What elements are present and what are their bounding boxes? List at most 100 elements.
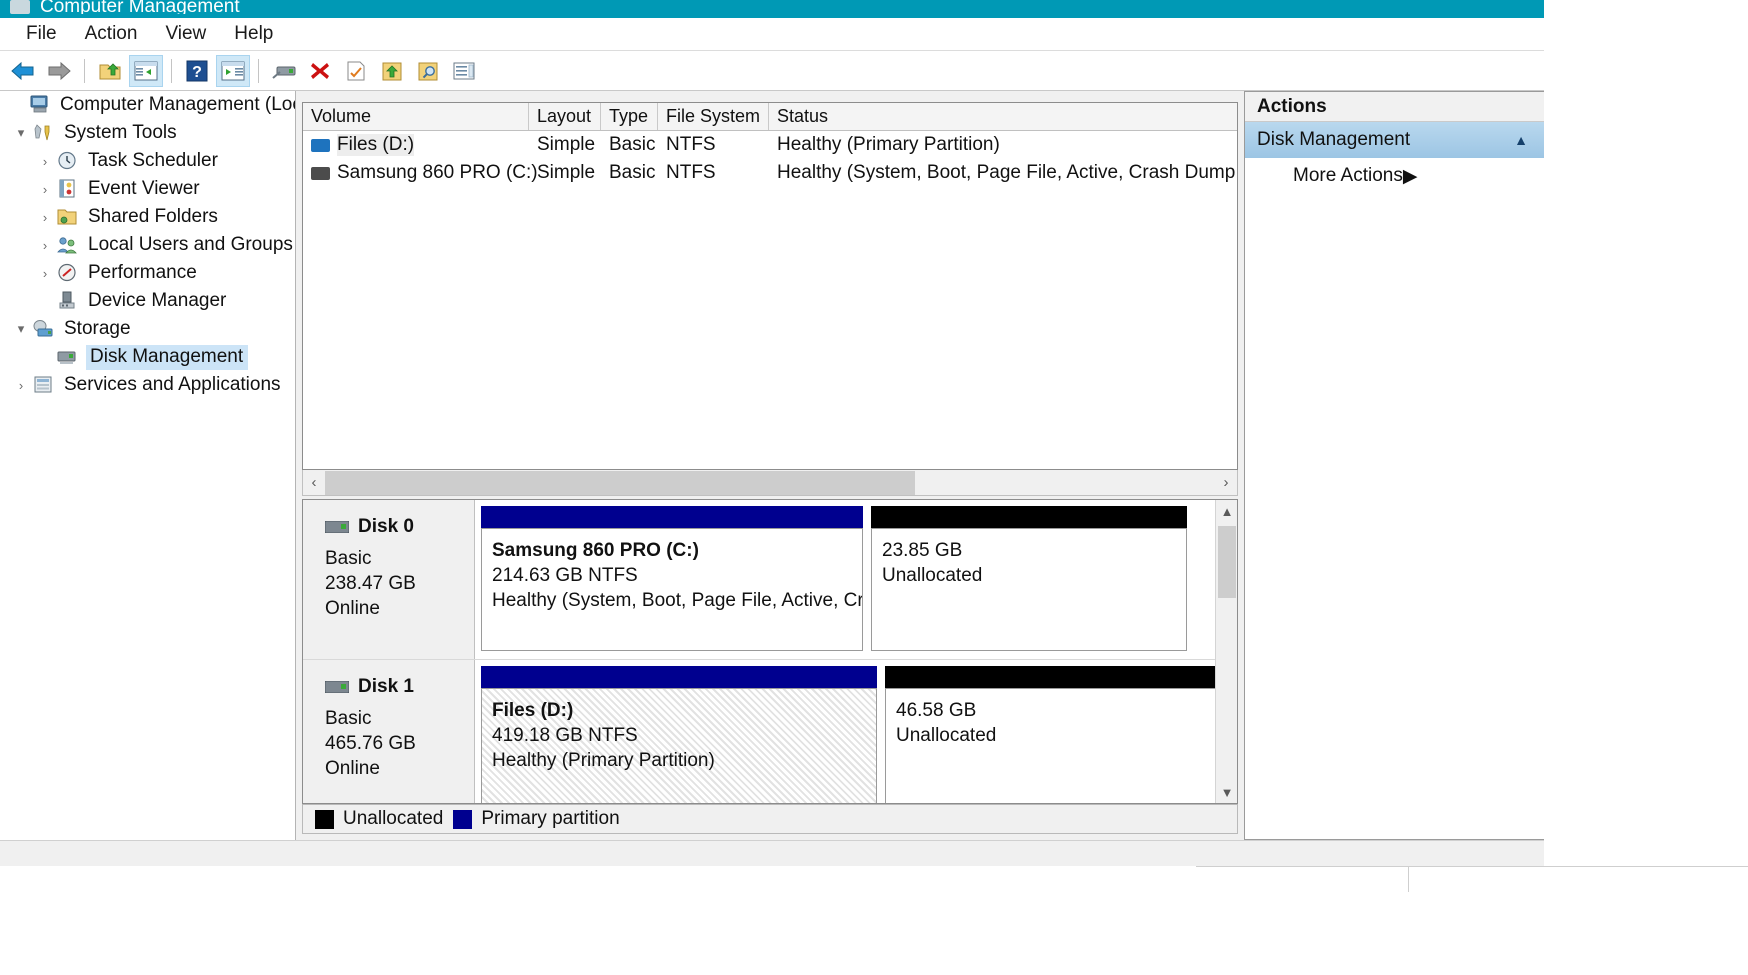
- volume-list-horizontal-scrollbar[interactable]: ‹ ›: [302, 470, 1238, 496]
- legend-swatch-unallocated: [315, 809, 334, 829]
- tree-item-system-tools[interactable]: ▾ System Tools: [0, 119, 295, 147]
- search-button[interactable]: [411, 55, 445, 87]
- disk-view-vertical-scrollbar[interactable]: ▲ ▼: [1215, 500, 1237, 803]
- partition-block[interactable]: 23.85 GB Unallocated: [871, 506, 1187, 651]
- disk-row-0[interactable]: Disk 0 Basic 238.47 GB Online Samsung 86…: [303, 500, 1237, 660]
- volume-status: Healthy (System, Boot, Page File, Active…: [777, 162, 1237, 183]
- device-manager-icon: [56, 291, 80, 311]
- performance-icon: [56, 263, 80, 283]
- console-tree-pane: Computer Management (Local) ▾ System Too…: [0, 91, 296, 840]
- tree-twisty-collapsed[interactable]: ›: [34, 182, 56, 197]
- action-pane-icon: [221, 61, 245, 80]
- disk-drive-icon: [325, 681, 349, 693]
- tree-twisty-collapsed[interactable]: ›: [10, 378, 32, 393]
- tree-twisty-collapsed[interactable]: ›: [34, 154, 56, 169]
- actions-pane: Actions Disk Management ▲ More Actions ▶: [1244, 91, 1544, 840]
- menu-bar: File Action View Help: [0, 18, 1726, 51]
- table-row[interactable]: Files (D:) Simple Basic NTFS Healthy (Pr…: [303, 131, 1237, 159]
- tree-item-computer-management[interactable]: Computer Management (Local): [0, 91, 295, 119]
- column-header-status[interactable]: Status: [769, 103, 1237, 130]
- volume-file-system: NTFS: [666, 162, 716, 183]
- scroll-up-arrow-icon[interactable]: ▲: [1216, 500, 1237, 522]
- tree-twisty-collapsed[interactable]: ›: [34, 210, 56, 225]
- folder-magnifier-icon: [418, 62, 438, 80]
- table-row[interactable]: Samsung 860 PRO (C:) Simple Basic NTFS H…: [303, 159, 1237, 187]
- actions-item-label: Disk Management: [1257, 129, 1411, 150]
- partition-block-selected[interactable]: Files (D:) 419.18 GB NTFS Healthy (Prima…: [481, 666, 877, 803]
- partition-block[interactable]: 46.58 GB Unallocated: [885, 666, 1217, 803]
- tree-item-device-manager[interactable]: Device Manager: [0, 287, 295, 315]
- column-header-file-system[interactable]: File System: [658, 103, 769, 130]
- scroll-right-arrow-icon[interactable]: ›: [1215, 471, 1237, 495]
- tree-item-performance[interactable]: › Performance: [0, 259, 295, 287]
- partition-size: 23.85 GB: [882, 540, 963, 561]
- storage-icon: [32, 319, 56, 339]
- actions-item-disk-management[interactable]: Disk Management ▲: [1245, 122, 1544, 158]
- up-one-level-button[interactable]: [93, 55, 127, 87]
- partition-block[interactable]: Samsung 860 PRO (C:) 214.63 GB NTFS Heal…: [481, 506, 863, 651]
- partition-title: Files (D:): [492, 700, 574, 721]
- tree-item-label: Event Viewer: [88, 178, 200, 199]
- menu-action[interactable]: Action: [71, 21, 152, 47]
- disk-type: Basic: [325, 548, 372, 569]
- rescan-disks-button[interactable]: [267, 55, 301, 87]
- volume-status: Healthy (Primary Partition): [777, 134, 1000, 155]
- forward-button[interactable]: [42, 55, 76, 87]
- chevron-right-icon[interactable]: ▶: [1403, 165, 1418, 188]
- show-contents-button[interactable]: [447, 55, 481, 87]
- event-log-icon: [56, 179, 80, 199]
- show-hide-action-pane-button[interactable]: [216, 54, 250, 87]
- delete-button[interactable]: [303, 55, 337, 87]
- export-list-button[interactable]: [375, 55, 409, 87]
- partition-size: 214.63 GB NTFS: [492, 565, 638, 586]
- scrollbar-thumb[interactable]: [1218, 526, 1236, 598]
- disk-title: Disk 1: [325, 676, 474, 698]
- disk-row-1[interactable]: Disk 1 Basic 465.76 GB Online Files (D:)…: [303, 660, 1237, 803]
- back-button[interactable]: [6, 55, 40, 87]
- volume-list-header: Volume Layout Type File System Status: [303, 103, 1237, 131]
- menu-file[interactable]: File: [12, 21, 71, 47]
- properties-button[interactable]: [339, 55, 373, 87]
- partition-type-bar: [481, 666, 877, 688]
- tree-item-services-and-applications[interactable]: › Services and Applications: [0, 371, 295, 399]
- forward-arrow-icon: [48, 61, 71, 80]
- tree-item-event-viewer[interactable]: › Event Viewer: [0, 175, 295, 203]
- scrollbar-track[interactable]: [325, 470, 1215, 495]
- legend-item-primary-partition: Primary partition: [453, 808, 620, 830]
- folder-up-arrow-icon: [382, 62, 402, 80]
- disk-title: Disk 0: [325, 516, 474, 538]
- tree-twisty-collapsed[interactable]: ›: [34, 238, 56, 253]
- disk-info-panel[interactable]: Disk 0 Basic 238.47 GB Online: [303, 500, 475, 659]
- tree-twisty-expanded[interactable]: ▾: [10, 125, 32, 141]
- show-hide-console-tree-button[interactable]: [129, 54, 163, 87]
- sidebar-item-label: Disk Management: [86, 344, 249, 370]
- column-header-volume[interactable]: Volume: [303, 103, 529, 130]
- scroll-left-arrow-icon[interactable]: ‹: [303, 471, 325, 495]
- chevron-up-icon[interactable]: ▲: [1514, 132, 1528, 148]
- scroll-down-arrow-icon[interactable]: ▼: [1216, 781, 1237, 803]
- svg-text:?: ?: [192, 64, 202, 81]
- actions-item-more-actions[interactable]: More Actions ▶: [1245, 158, 1544, 194]
- window-title-bar[interactable]: Computer Management: [0, 0, 1726, 18]
- partition-details: 46.58 GB Unallocated: [885, 688, 1217, 803]
- column-header-type[interactable]: Type: [601, 103, 658, 130]
- status-bar: [0, 840, 1726, 866]
- partition-title: Samsung 860 PRO (C:): [492, 540, 699, 561]
- tree-item-storage[interactable]: ▾ Storage: [0, 315, 295, 343]
- users-icon: [56, 235, 80, 255]
- column-header-layout[interactable]: Layout: [529, 103, 601, 130]
- volume-name: Files (D:): [337, 134, 415, 156]
- tree-item-shared-folders[interactable]: › Shared Folders: [0, 203, 295, 231]
- tree-item-local-users-and-groups[interactable]: › Local Users and Groups: [0, 231, 295, 259]
- help-button[interactable]: ?: [180, 55, 214, 87]
- disk-partitions: Samsung 860 PRO (C:) 214.63 GB NTFS Heal…: [475, 500, 1237, 659]
- tree-item-task-scheduler[interactable]: › Task Scheduler: [0, 147, 295, 175]
- menu-view[interactable]: View: [151, 21, 220, 47]
- volume-layout: Simple: [537, 162, 596, 183]
- sidebar-item-disk-management[interactable]: Disk Management: [0, 343, 295, 371]
- tree-twisty-expanded[interactable]: ▾: [10, 321, 32, 337]
- tree-twisty-collapsed[interactable]: ›: [34, 266, 56, 281]
- menu-help[interactable]: Help: [220, 21, 287, 47]
- scrollbar-thumb[interactable]: [325, 470, 915, 495]
- disk-info-panel[interactable]: Disk 1 Basic 465.76 GB Online: [303, 660, 475, 803]
